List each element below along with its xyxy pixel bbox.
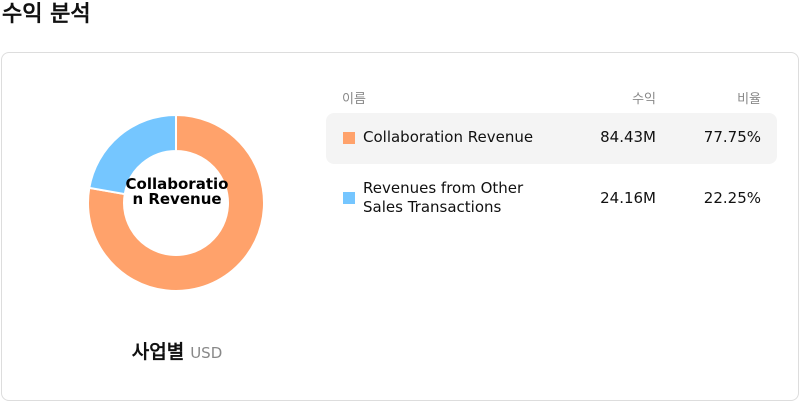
legend-swatch — [343, 192, 355, 204]
header-revenue: 수익 — [632, 92, 656, 107]
legend-swatch — [343, 132, 355, 144]
legend-row-collaboration-revenue[interactable]: Collaboration Revenue 84.43M 77.75% — [326, 113, 777, 164]
revenue-card: Collaboration Revenue 사업별 USD 이름 수익 비율 Co… — [1, 52, 799, 401]
legend-name: Collaboration Revenue — [363, 128, 534, 146]
legend-revenue: 84.43M — [600, 128, 656, 146]
legend-name: Revenues from Other Sales Transactions — [363, 179, 524, 216]
legend-table-header: 이름 수익 비율 — [326, 81, 777, 113]
donut-center-label: Collaboration Revenue — [125, 175, 229, 208]
chart-caption: 사업별 USD — [2, 337, 352, 364]
legend-ratio: 22.25% — [703, 189, 761, 207]
legend-row-other-sales[interactable]: Revenues from Other Sales Transactions 2… — [326, 168, 777, 230]
header-ratio: 비율 — [737, 92, 761, 107]
caption-unit: USD — [190, 344, 223, 362]
header-name: 이름 — [342, 92, 366, 107]
caption-title: 사업별 — [131, 341, 185, 363]
legend-ratio: 77.75% — [703, 128, 761, 146]
page-title: 수익 분석 — [2, 2, 91, 27]
legend-revenue: 24.16M — [600, 189, 656, 207]
legend-table: 이름 수익 비율 Collaboration Revenue 84.43M 77… — [326, 81, 777, 230]
